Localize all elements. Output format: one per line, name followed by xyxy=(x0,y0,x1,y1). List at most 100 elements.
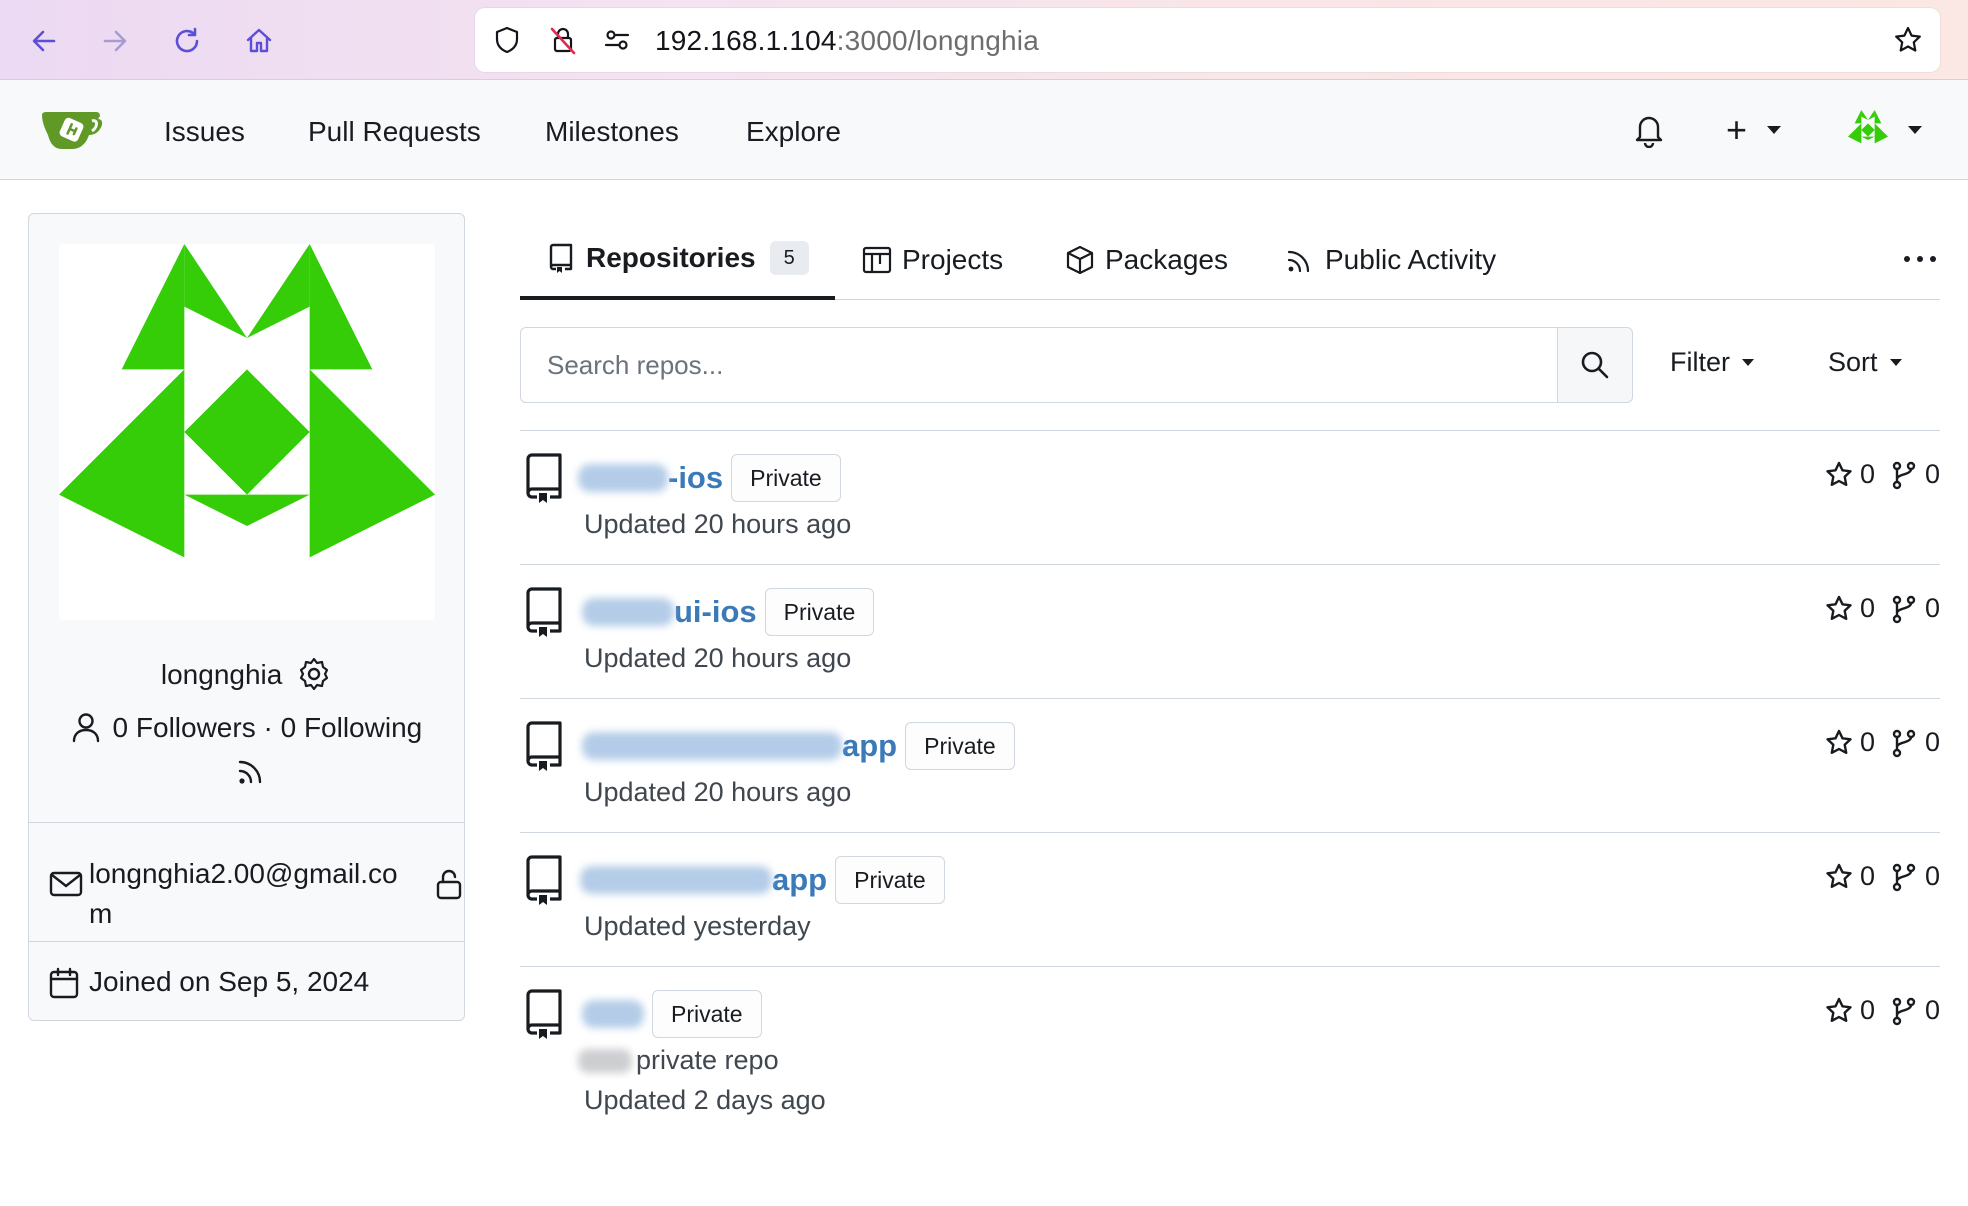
site-permissions-icon[interactable] xyxy=(601,24,633,56)
unlock-icon[interactable] xyxy=(435,868,463,900)
repo-name-link[interactable] xyxy=(578,1000,644,1028)
fork-icon[interactable] xyxy=(1889,460,1919,490)
back-button[interactable] xyxy=(21,18,67,64)
reload-icon xyxy=(175,27,199,53)
fork-icon[interactable] xyxy=(1889,996,1919,1026)
username-row: longnghia xyxy=(29,656,464,693)
filter-dropdown[interactable]: Filter xyxy=(1670,347,1754,378)
project-board-icon xyxy=(862,245,892,275)
nav-pull-requests[interactable]: Pull Requests xyxy=(308,116,481,148)
create-new-menu[interactable]: + xyxy=(1726,109,1782,150)
star-count: 0 xyxy=(1859,459,1875,489)
kebab-horizontal-icon xyxy=(1904,256,1936,262)
tab-packages[interactable]: Packages xyxy=(1065,220,1228,300)
followers-row[interactable]: 0 Followers · 0 Following xyxy=(29,710,464,746)
star-icon[interactable] xyxy=(1824,594,1854,624)
list-item: Private private repo Updated 2 days ago … xyxy=(520,966,1940,1136)
fork-icon[interactable] xyxy=(1889,728,1919,758)
repo-updated-time: Updated 20 hours ago xyxy=(584,509,852,539)
forward-button[interactable] xyxy=(92,18,138,64)
home-button[interactable] xyxy=(236,18,282,64)
email-link[interactable]: longnghia2.00@gmail.com xyxy=(89,854,409,934)
fork-icon[interactable] xyxy=(1889,594,1919,624)
star-icon[interactable] xyxy=(1824,996,1854,1026)
profile-card: longnghia 0 Followers · 0 Following long… xyxy=(28,213,465,1021)
gitea-logo-icon[interactable] xyxy=(40,105,104,153)
tab-public-activity[interactable]: Public Activity xyxy=(1285,220,1496,300)
repo-description: private repo xyxy=(578,1045,779,1076)
repo-icon xyxy=(526,855,562,905)
browser-toolbar: 192.168.1.104:3000/longnghia xyxy=(0,0,1968,80)
repo-stats: 0 0 xyxy=(1824,459,1940,490)
insecure-lock-icon[interactable] xyxy=(547,24,579,56)
repo-description-text: private repo xyxy=(636,1045,779,1075)
url-text[interactable]: 192.168.1.104:3000/longnghia xyxy=(655,25,1039,57)
avatar xyxy=(59,244,435,620)
site-navbar: Issues Pull Requests Milestones Explore … xyxy=(0,80,1968,180)
repo-icon xyxy=(526,989,562,1039)
redacted-text xyxy=(578,1048,632,1073)
arrow-right-icon xyxy=(103,30,127,52)
repo-name-suffix: app xyxy=(842,728,898,763)
repo-updated-time: Updated yesterday xyxy=(584,911,811,941)
address-bar[interactable]: 192.168.1.104:3000/longnghia xyxy=(475,8,1940,72)
mail-icon xyxy=(49,871,83,897)
repo-name-link[interactable]: -ios xyxy=(578,460,723,496)
star-icon[interactable] xyxy=(1824,728,1854,758)
sort-label: Sort xyxy=(1828,347,1878,377)
caret-down-icon xyxy=(1742,359,1754,366)
star-count: 0 xyxy=(1859,995,1875,1025)
repo-name-row: ui-ios Private xyxy=(578,587,875,637)
more-menu-button[interactable] xyxy=(1900,244,1940,274)
package-icon xyxy=(1065,245,1095,275)
repo-icon xyxy=(526,587,562,637)
gear-icon[interactable] xyxy=(296,656,332,692)
repo-name-row: -ios Private xyxy=(578,453,841,503)
fork-icon[interactable] xyxy=(1889,862,1919,892)
repo-name-link[interactable]: app xyxy=(578,728,897,764)
shield-icon[interactable] xyxy=(491,24,523,56)
person-icon xyxy=(72,713,99,743)
tab-public-activity-label: Public Activity xyxy=(1325,244,1497,275)
notifications-button[interactable] xyxy=(1632,110,1666,150)
plus-icon: + xyxy=(1726,109,1748,150)
tab-repositories[interactable]: Repositories 5 xyxy=(520,220,835,300)
search-input[interactable] xyxy=(520,327,1557,403)
nav-milestones[interactable]: Milestones xyxy=(545,116,679,148)
sort-dropdown[interactable]: Sort xyxy=(1828,347,1902,378)
nav-issues[interactable]: Issues xyxy=(164,116,245,148)
search-button[interactable] xyxy=(1557,327,1633,403)
rss-icon[interactable] xyxy=(234,754,268,788)
nav-explore[interactable]: Explore xyxy=(746,116,841,148)
calendar-icon xyxy=(49,967,79,999)
star-icon[interactable] xyxy=(1824,862,1854,892)
joined-date: Joined on Sep 5, 2024 xyxy=(89,966,370,997)
tab-projects[interactable]: Projects xyxy=(862,220,1003,300)
user-menu[interactable] xyxy=(1846,110,1922,150)
repo-stats: 0 0 xyxy=(1824,593,1940,624)
chevron-down-icon xyxy=(1908,126,1922,134)
bookmark-star-icon[interactable] xyxy=(1892,24,1924,56)
divider xyxy=(29,822,464,823)
tab-repositories-label: Repositories xyxy=(586,242,756,273)
rss-icon xyxy=(1285,245,1315,275)
fork-count: 0 xyxy=(1924,861,1940,891)
redacted-text xyxy=(582,732,842,760)
followers-text: 0 Followers · 0 Following xyxy=(112,712,423,743)
visibility-badge: Private xyxy=(731,454,841,502)
joined-row: Joined on Sep 5, 2024 xyxy=(49,959,449,1009)
visibility-badge: Private xyxy=(905,722,1015,770)
email-row: longnghia2.00@gmail.com xyxy=(49,844,462,934)
repo-stats: 0 0 xyxy=(1824,861,1940,892)
visibility-badge: Private xyxy=(764,588,875,636)
repo-icon xyxy=(526,453,562,503)
reload-button[interactable] xyxy=(164,18,210,64)
star-icon[interactable] xyxy=(1824,460,1854,490)
repo-icon xyxy=(526,721,562,771)
repo-name-link[interactable]: ui-ios xyxy=(578,594,757,630)
user-avatar-small xyxy=(1848,110,1888,144)
repo-stats: 0 0 xyxy=(1824,727,1940,758)
arrow-left-icon xyxy=(32,30,56,52)
list-item: ui-ios Private Updated 20 hours ago 0 0 xyxy=(520,564,1940,698)
repo-name-link[interactable]: app xyxy=(578,862,827,898)
